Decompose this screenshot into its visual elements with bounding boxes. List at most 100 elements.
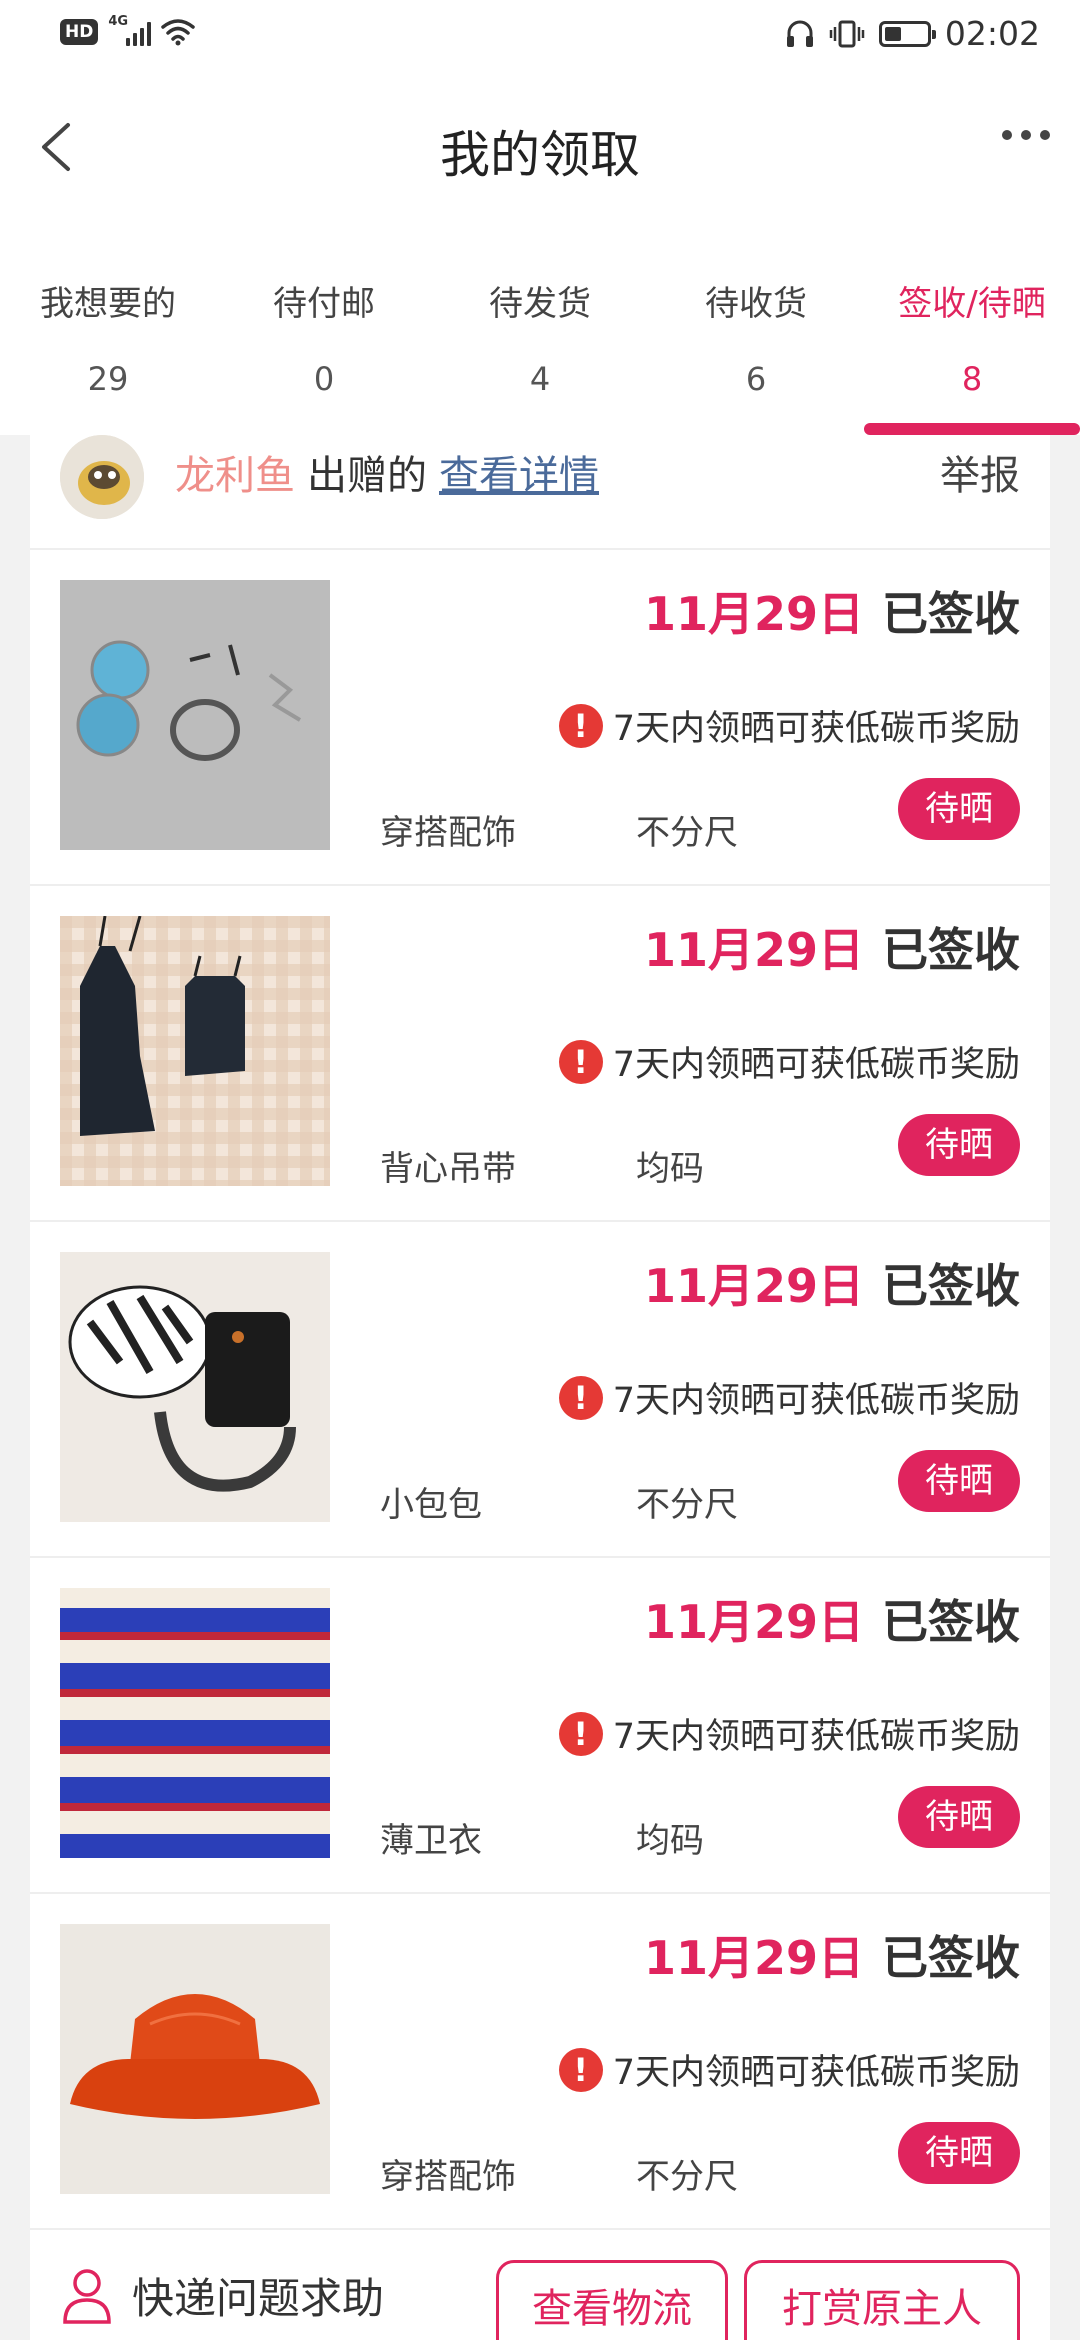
signed-date: 11月29日 <box>643 1595 864 1649</box>
app-header: 我的领取 <box>0 75 1080 240</box>
hd-badge: HD <box>60 19 99 45</box>
item-photo[interactable] <box>60 916 330 1186</box>
item-photo[interactable] <box>60 1252 330 1522</box>
item-size: 不分尺 <box>636 1485 738 1525</box>
tab-bar: 我想要的 29 待付邮 0 待发货 4 待收货 6 签收/待晒 8 <box>0 240 1080 435</box>
delivery-help-label: 快递问题求助 <box>132 2274 385 2323</box>
item-category: 穿搭配饰 <box>380 2157 516 2197</box>
clock: 02:02 <box>944 14 1040 53</box>
list-item[interactable]: 11月29日 已签收 ! 7天内领晒可获低碳币奖励 小包包 不分尺 待晒 <box>30 1222 1050 1558</box>
share-pending-button[interactable]: 待晒 <box>898 1450 1020 1512</box>
tab-pending-shipment[interactable]: 待发货 4 <box>432 240 648 435</box>
item-category: 小包包 <box>380 1485 482 1525</box>
tab-label: 签收/待晒 <box>898 284 1046 324</box>
active-tab-indicator <box>864 423 1080 435</box>
tab-count: 6 <box>745 360 767 398</box>
tab-count: 29 <box>87 360 129 398</box>
tab-label: 我想要的 <box>40 284 176 324</box>
share-pending-button[interactable]: 待晒 <box>898 778 1020 840</box>
reward-tip: ! 7天内领晒可获低碳币奖励 <box>558 1372 1020 1423</box>
tab-label: 待付邮 <box>273 284 375 324</box>
item-category: 背心吊带 <box>380 1149 516 1189</box>
item-photo[interactable] <box>60 1588 330 1858</box>
battery-icon <box>878 20 936 47</box>
tab-count: 4 <box>529 360 551 398</box>
signed-status: 已签收 <box>882 923 1020 977</box>
share-pending-button[interactable]: 待晒 <box>898 1114 1020 1176</box>
signed-date-row: 11月29日 已签收 <box>644 1250 1020 1316</box>
exclamation-icon: ! <box>558 1711 603 1756</box>
donor-verb: 出赠的 <box>307 453 427 499</box>
exclamation-icon: ! <box>558 1375 603 1420</box>
reward-tip: ! 7天内领晒可获低碳币奖励 <box>558 1708 1020 1759</box>
page-title: 我的领取 <box>440 126 640 184</box>
donor-name[interactable]: 龙利鱼 <box>175 443 295 501</box>
signed-date: 11月29日 <box>643 587 864 641</box>
headphones-icon <box>786 20 813 47</box>
signed-date-row: 11月29日 已签收 <box>644 1922 1020 1988</box>
tab-pending-postage[interactable]: 待付邮 0 <box>216 240 432 435</box>
network-type: 4G <box>108 14 129 29</box>
signed-date-row: 11月29日 已签收 <box>644 578 1020 644</box>
tab-count: 8 <box>961 360 983 398</box>
reward-tip-text: 7天内领晒可获低碳币奖励 <box>612 1045 1020 1085</box>
item-size: 均码 <box>636 1821 704 1861</box>
list-item[interactable]: 11月29日 已签收 ! 7天内领晒可获低碳币奖励 穿搭配饰 不分尺 待晒 <box>30 550 1050 886</box>
item-category: 穿搭配饰 <box>380 813 516 853</box>
more-options-icon[interactable] <box>1002 130 1050 140</box>
donor-row: 龙利鱼 出赠的 查看详情 举报 <box>30 435 1050 550</box>
exclamation-icon: ! <box>558 2047 603 2092</box>
exclamation-icon: ! <box>558 1039 603 1084</box>
vibrate-icon <box>829 20 865 47</box>
wifi-icon <box>161 19 196 46</box>
list-item[interactable]: 11月29日 已签收 ! 7天内领晒可获低碳币奖励 薄卫衣 均码 待晒 <box>30 1558 1050 1894</box>
tab-wanted[interactable]: 我想要的 29 <box>0 240 216 435</box>
tab-pending-receipt[interactable]: 待收货 6 <box>648 240 864 435</box>
person-icon <box>63 2268 111 2324</box>
view-logistics-button[interactable]: 查看物流 <box>496 2260 728 2340</box>
item-size: 均码 <box>636 1149 704 1189</box>
reward-tip: ! 7天内领晒可获低碳币奖励 <box>558 1036 1020 1087</box>
item-photo[interactable] <box>60 580 330 850</box>
reward-tip-text: 7天内领晒可获低碳币奖励 <box>612 709 1020 749</box>
share-pending-button[interactable]: 待晒 <box>898 2122 1020 2184</box>
signed-status: 已签收 <box>882 1259 1020 1313</box>
card-footer: 快递问题求助 查看物流 打赏原主人 <box>30 2235 1050 2340</box>
reward-tip: ! 7天内领晒可获低碳币奖励 <box>558 700 1020 751</box>
tab-label: 待发货 <box>489 284 591 324</box>
tab-label: 待收货 <box>705 284 807 324</box>
signed-date: 11月29日 <box>643 923 864 977</box>
list-item[interactable]: 11月29日 已签收 ! 7天内领晒可获低碳币奖励 穿搭配饰 不分尺 待晒 <box>30 1894 1050 2230</box>
status-left: HD 4G <box>60 14 196 46</box>
tab-count: 0 <box>313 360 335 398</box>
share-pending-button[interactable]: 待晒 <box>898 1786 1020 1848</box>
delivery-help[interactable]: 快递问题求助 <box>60 2265 384 2326</box>
exclamation-icon: ! <box>558 703 603 748</box>
item-size: 不分尺 <box>636 2157 738 2197</box>
status-bar: HD 4G 02:02 <box>0 0 1080 75</box>
list-item[interactable]: 11月29日 已签收 ! 7天内领晒可获低碳币奖励 背心吊带 均码 待晒 <box>30 886 1050 1222</box>
reward-tip-text: 7天内领晒可获低碳币奖励 <box>612 1381 1020 1421</box>
avatar[interactable] <box>60 435 144 519</box>
tip-owner-button[interactable]: 打赏原主人 <box>744 2260 1020 2340</box>
signal-icon: 4G <box>108 14 152 46</box>
donor-info: 龙利鱼 出赠的 查看详情 <box>175 443 599 501</box>
item-category: 薄卫衣 <box>380 1821 482 1861</box>
signed-status: 已签收 <box>882 587 1020 641</box>
tab-signed-pending-share[interactable]: 签收/待晒 8 <box>864 240 1080 435</box>
signed-date: 11月29日 <box>643 1259 864 1313</box>
reward-tip-text: 7天内领晒可获低碳币奖励 <box>612 1717 1020 1757</box>
reward-tip-text: 7天内领晒可获低碳币奖励 <box>612 2053 1020 2093</box>
donation-card: 龙利鱼 出赠的 查看详情 举报 11月29日 已签收 ! 7天内领晒可获低碳币奖… <box>30 435 1050 2340</box>
reward-tip: ! 7天内领晒可获低碳币奖励 <box>558 2044 1020 2095</box>
signed-status: 已签收 <box>882 1931 1020 1985</box>
report-button[interactable]: 举报 <box>940 443 1020 501</box>
item-size: 不分尺 <box>636 813 738 853</box>
signed-status: 已签收 <box>882 1595 1020 1649</box>
status-right: 02:02 <box>785 14 1040 53</box>
signed-date: 11月29日 <box>643 1931 864 1985</box>
view-details-link[interactable]: 查看详情 <box>439 443 599 501</box>
item-photo[interactable] <box>60 1924 330 2194</box>
signed-date-row: 11月29日 已签收 <box>644 914 1020 980</box>
signed-date-row: 11月29日 已签收 <box>644 1586 1020 1652</box>
